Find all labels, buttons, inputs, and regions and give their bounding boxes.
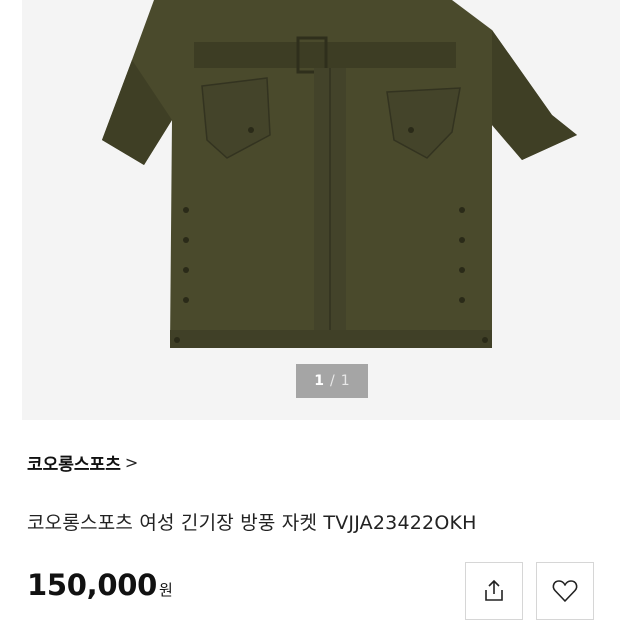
image-counter-current: 1: [314, 373, 325, 389]
image-counter: 1 / 1: [296, 364, 368, 398]
wishlist-button[interactable]: [536, 562, 594, 620]
price-value: 150,000: [27, 568, 157, 602]
product-image[interactable]: 1 / 1: [22, 0, 620, 420]
image-counter-separator: /: [330, 373, 335, 389]
chevron-right-icon: >: [124, 453, 139, 472]
brand-name: 코오롱스포츠: [27, 455, 121, 475]
product-title: 코오롱스포츠 여성 긴기장 방풍 자켓 TVJJA23422OKH: [27, 512, 477, 534]
price-currency: 원: [159, 581, 173, 599]
share-icon: [485, 579, 503, 601]
share-button[interactable]: [465, 562, 523, 620]
heart-icon: [552, 580, 578, 602]
image-counter-total: 1: [340, 373, 350, 389]
price: 150,000 원: [27, 568, 173, 602]
brand-link[interactable]: 코오롱스포츠 >: [27, 450, 138, 475]
coat-image: [102, 0, 577, 348]
